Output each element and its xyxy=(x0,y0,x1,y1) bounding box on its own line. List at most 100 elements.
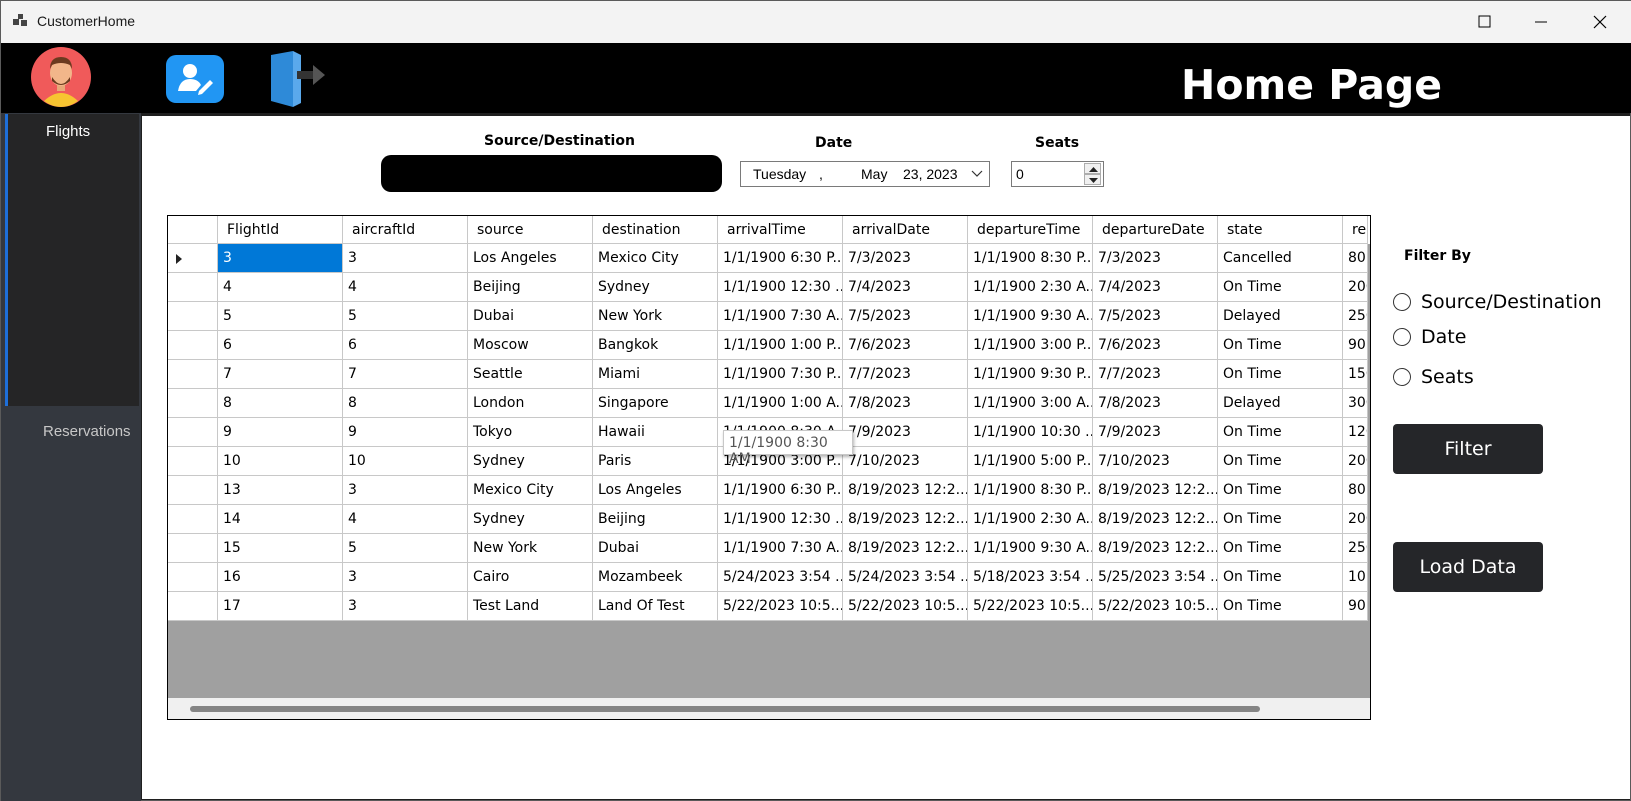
table-cell[interactable]: 1/1/1900 3:00 P... xyxy=(968,331,1093,360)
table-cell[interactable]: Mexico City xyxy=(593,244,718,273)
table-cell[interactable]: 7/5/2023 xyxy=(843,302,968,331)
chevron-down-icon[interactable] xyxy=(971,169,983,179)
table-cell[interactable]: New York xyxy=(468,534,593,563)
table-cell[interactable]: On Time xyxy=(1218,331,1343,360)
table-cell[interactable]: 7/9/2023 xyxy=(843,418,968,447)
table-cell[interactable]: On Time xyxy=(1218,563,1343,592)
close-button[interactable] xyxy=(1571,1,1629,43)
scrollbar-thumb[interactable] xyxy=(190,706,1260,712)
table-cell[interactable]: Beijing xyxy=(468,273,593,302)
table-cell[interactable]: 5/22/2023 10:5... xyxy=(968,592,1093,621)
table-cell[interactable]: 5/18/2023 3:54 ... xyxy=(968,563,1093,592)
seats-numeric-input[interactable]: 0 xyxy=(1011,161,1104,187)
date-picker[interactable]: Tuesday , May 23, 2023 xyxy=(740,161,990,187)
column-header[interactable]: arrivalTime xyxy=(718,216,843,244)
table-cell[interactable]: Miami xyxy=(593,360,718,389)
table-cell[interactable]: On Time xyxy=(1218,534,1343,563)
row-header[interactable] xyxy=(168,389,218,418)
table-cell[interactable]: London xyxy=(468,389,593,418)
user-avatar-icon[interactable] xyxy=(30,47,92,107)
table-cell[interactable]: Delayed xyxy=(1218,389,1343,418)
table-cell[interactable]: 8/19/2023 12:2... xyxy=(843,534,968,563)
table-cell[interactable]: 1/1/1900 3:00 A... xyxy=(968,389,1093,418)
row-header[interactable] xyxy=(168,592,218,621)
table-cell[interactable]: 4 xyxy=(343,505,468,534)
table-cell[interactable]: 8/19/2023 12:2... xyxy=(843,476,968,505)
table-cell[interactable]: Mozambeek xyxy=(593,563,718,592)
table-cell[interactable]: 7 xyxy=(343,360,468,389)
grid-corner-cell[interactable] xyxy=(168,216,218,244)
table-cell[interactable]: 3 xyxy=(343,476,468,505)
filter-option-source-destination[interactable]: Source/Destination xyxy=(1393,291,1613,315)
table-cell[interactable]: 5/22/2023 10:5... xyxy=(718,592,843,621)
spin-down-button[interactable] xyxy=(1084,174,1101,185)
table-cell[interactable]: Hawaii xyxy=(593,418,718,447)
table-cell[interactable]: 5/25/2023 3:54 ... xyxy=(1093,563,1218,592)
table-cell[interactable]: 1/1/1900 5:00 P... xyxy=(968,447,1093,476)
table-cell[interactable]: 7/8/2023 xyxy=(843,389,968,418)
table-cell[interactable]: 1/1/1900 7:30 P... xyxy=(718,360,843,389)
table-cell[interactable]: 8/19/2023 12:2... xyxy=(1093,505,1218,534)
table-cell[interactable]: Land Of Test xyxy=(593,592,718,621)
table-cell[interactable]: Los Angeles xyxy=(468,244,593,273)
table-cell[interactable]: 9 xyxy=(343,418,468,447)
table-cell[interactable]: 5 xyxy=(343,302,468,331)
radio-button[interactable] xyxy=(1393,293,1411,311)
table-cell[interactable]: 300 xyxy=(1343,389,1368,418)
table-cell[interactable]: 7/4/2023 xyxy=(1093,273,1218,302)
table-cell[interactable]: 1/1/1900 9:30 A... xyxy=(968,302,1093,331)
table-cell[interactable]: 1/1/1900 12:30 ... xyxy=(718,505,843,534)
row-header[interactable] xyxy=(168,534,218,563)
table-cell[interactable]: 7/7/2023 xyxy=(843,360,968,389)
column-header[interactable]: source xyxy=(468,216,593,244)
table-cell[interactable]: 15 xyxy=(218,534,343,563)
row-header[interactable] xyxy=(168,447,218,476)
table-cell[interactable]: 1/1/1900 6:30 P... xyxy=(718,476,843,505)
table-cell[interactable]: 7/5/2023 xyxy=(1093,302,1218,331)
table-cell[interactable]: Sydney xyxy=(468,505,593,534)
table-cell[interactable]: 5 xyxy=(343,534,468,563)
table-cell[interactable]: 250 xyxy=(1343,302,1368,331)
row-header[interactable] xyxy=(168,360,218,389)
table-cell[interactable]: 1/1/1900 2:30 A... xyxy=(968,273,1093,302)
table-cell[interactable]: On Time xyxy=(1218,505,1343,534)
table-cell[interactable]: Delayed xyxy=(1218,302,1343,331)
table-cell[interactable]: 6 xyxy=(343,331,468,360)
table-cell[interactable]: 1/1/1900 7:30 A... xyxy=(718,534,843,563)
table-cell[interactable]: 7/4/2023 xyxy=(843,273,968,302)
radio-button[interactable] xyxy=(1393,328,1411,346)
column-header[interactable]: state xyxy=(1218,216,1343,244)
table-cell[interactable]: 4 xyxy=(343,273,468,302)
table-cell[interactable]: Moscow xyxy=(468,331,593,360)
table-cell[interactable]: 80 xyxy=(1343,244,1368,273)
table-cell[interactable]: 150 xyxy=(1343,360,1368,389)
table-cell[interactable]: On Time xyxy=(1218,592,1343,621)
table-cell[interactable]: 5/24/2023 3:54 ... xyxy=(843,563,968,592)
table-cell[interactable]: 1/1/1900 12:30 ... xyxy=(718,273,843,302)
table-cell[interactable]: 7/6/2023 xyxy=(843,331,968,360)
table-cell[interactable]: Bangkok xyxy=(593,331,718,360)
table-cell[interactable]: 8/19/2023 12:2... xyxy=(1093,534,1218,563)
table-cell[interactable]: On Time xyxy=(1218,360,1343,389)
column-header[interactable]: re xyxy=(1343,216,1368,244)
table-cell[interactable]: 8/19/2023 12:2... xyxy=(1093,476,1218,505)
table-cell[interactable]: 7/7/2023 xyxy=(1093,360,1218,389)
table-cell[interactable]: Dubai xyxy=(468,302,593,331)
table-cell[interactable]: 120 xyxy=(1343,418,1368,447)
table-cell[interactable]: 3 xyxy=(343,592,468,621)
table-cell[interactable]: 7/3/2023 xyxy=(1093,244,1218,273)
table-cell[interactable]: 1/1/1900 1:00 P... xyxy=(718,331,843,360)
table-cell[interactable]: 10 xyxy=(1343,563,1368,592)
table-cell[interactable]: Los Angeles xyxy=(593,476,718,505)
table-cell[interactable]: Seattle xyxy=(468,360,593,389)
table-cell[interactable]: 5 xyxy=(218,302,343,331)
table-cell[interactable]: 8/19/2023 12:2... xyxy=(843,505,968,534)
table-cell[interactable]: 7/8/2023 xyxy=(1093,389,1218,418)
table-cell[interactable]: 3 xyxy=(343,563,468,592)
table-cell[interactable]: Test Land xyxy=(468,592,593,621)
table-cell[interactable]: 3 xyxy=(218,244,343,273)
flights-data-grid[interactable]: FlightId aircraftId source destination arriv… xyxy=(167,215,1371,720)
table-cell[interactable]: On Time xyxy=(1218,273,1343,302)
row-header[interactable] xyxy=(168,505,218,534)
table-cell[interactable]: 13 xyxy=(218,476,343,505)
